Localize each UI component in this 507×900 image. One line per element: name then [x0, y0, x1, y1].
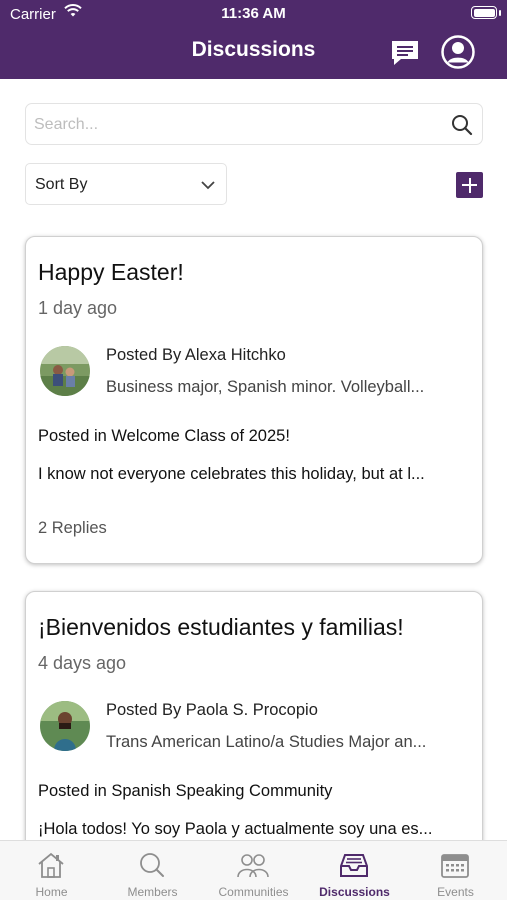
- post-author: Posted By Paola S. Procopio: [106, 701, 318, 719]
- post-author: Posted By Alexa Hitchko: [106, 346, 286, 364]
- search-icon[interactable]: [451, 114, 473, 136]
- tab-label: Events: [437, 885, 474, 899]
- profile-icon[interactable]: [440, 34, 476, 70]
- tab-home[interactable]: Home: [1, 841, 102, 900]
- tab-discussions[interactable]: Discussions: [304, 841, 405, 900]
- post-community: Posted in Spanish Speaking Community: [38, 782, 333, 800]
- home-icon: [38, 852, 64, 878]
- replies-count[interactable]: 2 Replies: [38, 519, 107, 538]
- tab-label: Home: [35, 885, 68, 899]
- add-discussion-button[interactable]: [456, 172, 483, 198]
- author-bio: Trans American Latino/a Studies Major an…: [106, 733, 427, 751]
- post-excerpt: ¡Hola todos! Yo soy Paola y actualmente …: [38, 820, 433, 838]
- discussion-card[interactable]: ¡Bienvenidos estudiantes y familias! 4 d…: [25, 591, 483, 861]
- page-title: Discussions: [191, 38, 316, 61]
- search-icon: [140, 853, 164, 877]
- post-title: Happy Easter!: [38, 259, 184, 285]
- discussion-card[interactable]: Happy Easter! 1 day ago Posted By Alexa …: [25, 236, 483, 564]
- post-age: 4 days ago: [38, 653, 127, 673]
- author-bio: Business major, Spanish minor. Volleybal…: [106, 378, 425, 396]
- calendar-icon: [441, 854, 469, 878]
- tab-communities[interactable]: Communities: [203, 841, 304, 900]
- chat-icon[interactable]: [389, 37, 421, 69]
- post-age: 1 day ago: [38, 298, 118, 318]
- tab-label: Discussions: [319, 885, 390, 899]
- post-community: Posted in Welcome Class of 2025!: [38, 427, 290, 445]
- avatar[interactable]: [40, 346, 90, 396]
- tab-members[interactable]: Members: [102, 841, 203, 900]
- battery-cap: [499, 10, 501, 16]
- post-excerpt: I know not everyone celebrates this holi…: [38, 465, 425, 483]
- tab-bar: Home Members Communities Discussions Eve…: [0, 840, 507, 900]
- post-title: ¡Bienvenidos estudiantes y familias!: [38, 614, 404, 640]
- app-header: Carrier 11:36 AM Discussions: [0, 0, 507, 79]
- people-icon: [237, 854, 269, 878]
- search-input[interactable]: [34, 112, 434, 138]
- tab-label: Members: [127, 885, 178, 899]
- tab-label: Communities: [218, 885, 289, 899]
- status-time: 11:36 AM: [221, 5, 286, 22]
- sort-label: Sort By: [35, 176, 88, 193]
- status-bar: Carrier 11:36 AM: [0, 0, 507, 28]
- search-bar: [25, 103, 483, 145]
- chevron-down-icon: [201, 181, 215, 190]
- tab-events[interactable]: Events: [405, 841, 506, 900]
- battery-icon: [471, 6, 497, 19]
- sort-dropdown[interactable]: Sort By: [25, 163, 227, 205]
- inbox-icon: [340, 854, 368, 877]
- avatar[interactable]: [40, 701, 90, 751]
